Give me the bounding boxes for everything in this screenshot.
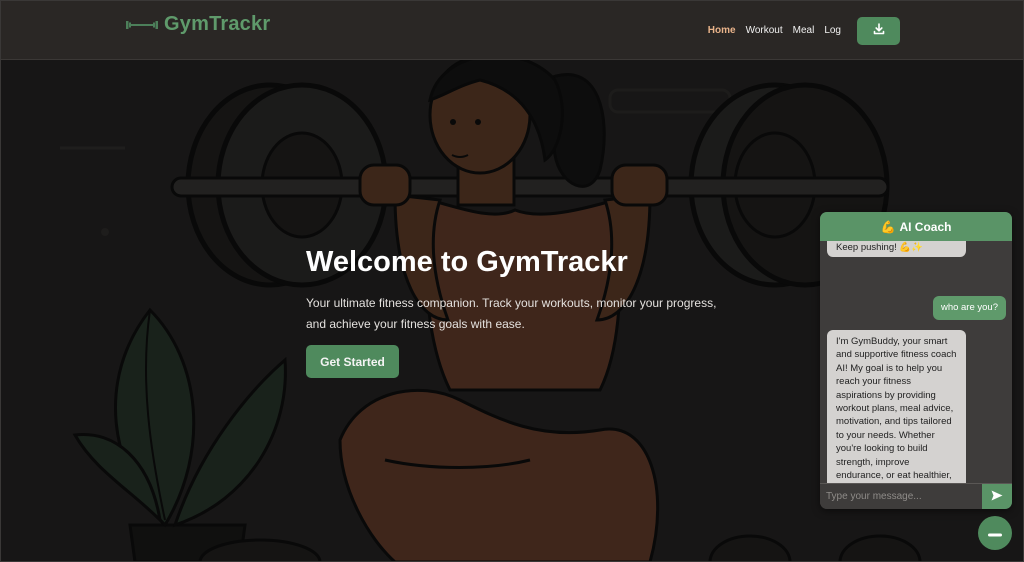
bot-message: Keep pushing! 💪✨: [827, 241, 966, 257]
hero-description: Your ultimate fitness companion. Track y…: [306, 296, 717, 331]
brand-name: GymTrackr: [164, 13, 271, 35]
chat-header: 💪 AI Coach: [820, 212, 1012, 241]
download-button[interactable]: [857, 17, 900, 45]
nav-link-home[interactable]: Home: [708, 17, 736, 45]
get-started-button[interactable]: Get Started: [306, 345, 399, 378]
user-message: who are you?: [932, 296, 1006, 320]
nav-link-log[interactable]: Log: [824, 17, 841, 45]
bot-message: I'm GymBuddy, your smart and supportive …: [827, 330, 966, 483]
hero-title: Welcome to GymTrackr: [306, 246, 628, 278]
flexed-biceps-icon: 💪: [880, 219, 896, 234]
chat-messages[interactable]: Keep pushing! 💪✨ who are you? I'm GymBud…: [820, 241, 1012, 483]
minus-icon: [988, 524, 1002, 542]
brand[interactable]: GymTrackr: [126, 13, 270, 36]
chat-input-row: [820, 483, 1012, 509]
chat-toggle-button[interactable]: [978, 516, 1012, 550]
ai-coach-chat-panel: 💪 AI Coach Keep pushing! 💪✨ who are you?…: [820, 212, 1012, 509]
dumbbell-icon: [126, 20, 158, 30]
download-icon: [873, 22, 885, 40]
nav-link-meal[interactable]: Meal: [793, 17, 815, 45]
nav-link-workout[interactable]: Workout: [746, 17, 783, 45]
send-icon: [991, 488, 1003, 506]
chat-message-input[interactable]: [820, 484, 982, 509]
send-button[interactable]: [982, 484, 1012, 509]
chat-title: AI Coach: [899, 219, 952, 234]
main-nav: Home Workout Meal Log: [708, 17, 900, 45]
top-navbar: GymTrackr Home Workout Meal Log: [0, 0, 1024, 60]
